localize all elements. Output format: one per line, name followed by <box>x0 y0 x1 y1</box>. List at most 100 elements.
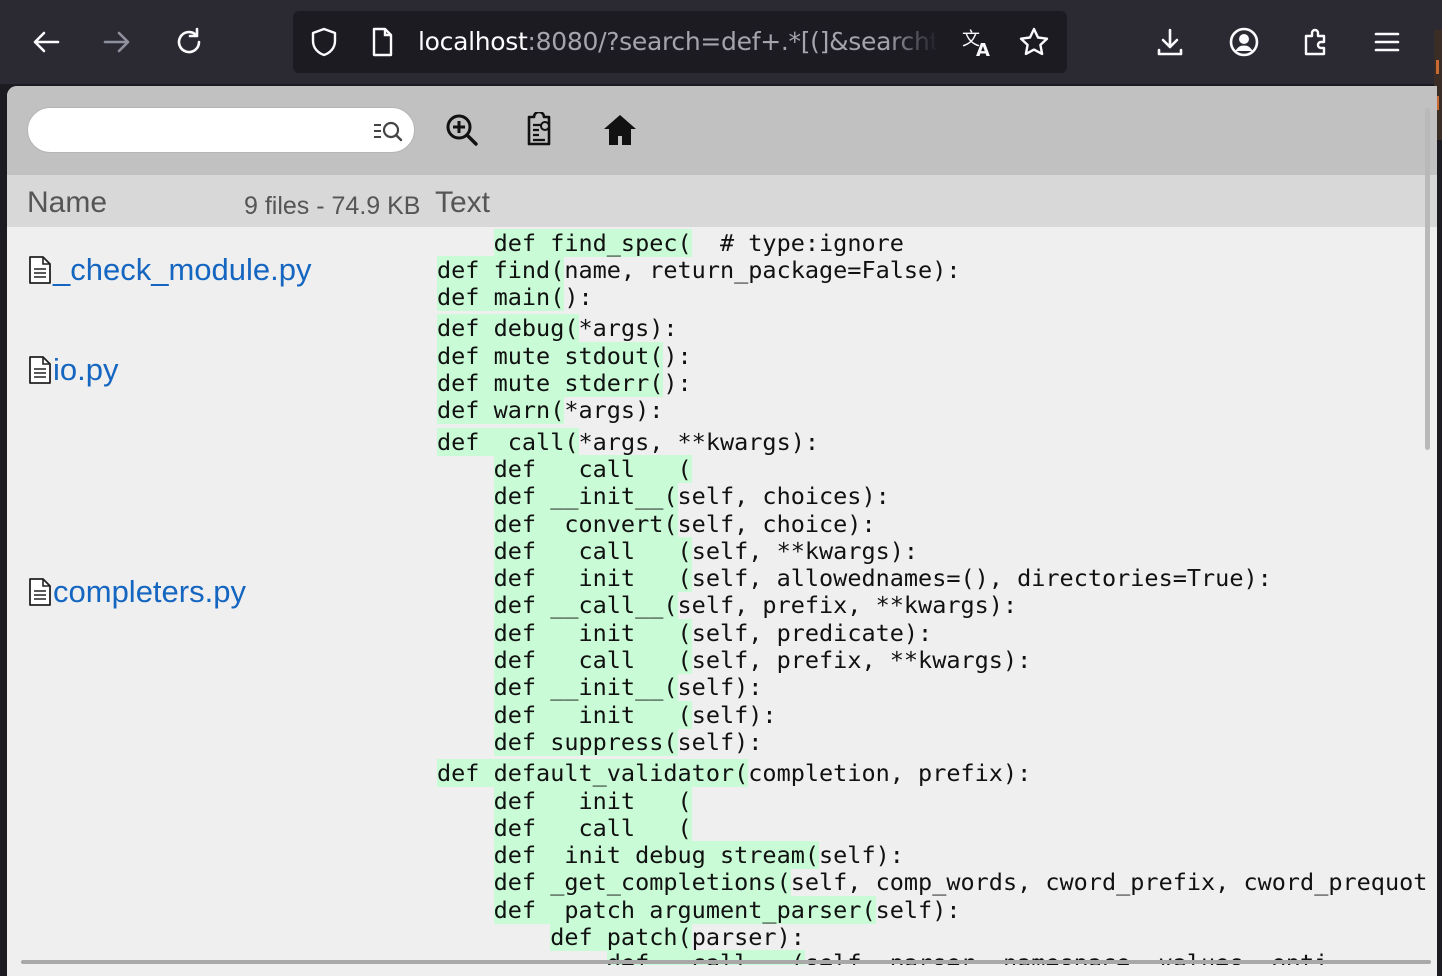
code-line: def call (self, prefix, **kwargs): <box>437 646 1031 674</box>
star-icon[interactable] <box>1017 25 1051 59</box>
code-keyword: def <box>437 283 480 311</box>
code-rest: ): <box>663 369 692 397</box>
code-rest: self): <box>691 701 777 729</box>
code-match: convert( <box>536 510 678 538</box>
code-line: def main(): <box>437 283 593 311</box>
translate-icon[interactable]: 文A <box>961 25 995 59</box>
match-highlight: def __init__( <box>493 482 678 510</box>
match-highlight: def __init__( <box>493 673 678 701</box>
match-highlight: def default_validator( <box>437 759 749 787</box>
forward-button[interactable] <box>95 22 139 62</box>
code-keyword: def <box>493 728 537 756</box>
code-rest: completion, prefix): <box>748 759 1032 787</box>
menu-icon <box>1374 32 1400 52</box>
match-highlight: def find( <box>437 256 565 284</box>
code-keyword: def <box>493 591 537 619</box>
shield-icon[interactable] <box>307 25 341 59</box>
match-highlight: def init ( <box>493 564 692 592</box>
code-match: call ( <box>536 455 692 483</box>
downloads-button[interactable] <box>1150 22 1190 62</box>
download-icon <box>1157 28 1183 56</box>
code-match: init ( <box>536 701 692 729</box>
code-line: def init debug stream(self): <box>437 841 904 869</box>
code-match: mute stderr( <box>479 369 664 397</box>
code-keyword: def <box>437 256 480 284</box>
file-count: 9 files - 74.9 KB <box>244 192 421 220</box>
match-highlight: def debug( <box>437 314 579 342</box>
file-icon <box>29 356 51 384</box>
code-line: def find(name, return_package=False): <box>437 256 961 284</box>
page-icon[interactable] <box>365 25 399 59</box>
match-highlight: def call( <box>437 428 579 456</box>
code-match: mute stdout( <box>479 342 664 370</box>
file-link-completers[interactable]: completers.py <box>27 574 246 610</box>
code-keyword: def <box>437 342 480 370</box>
code-match: __init__( <box>536 673 678 701</box>
search-box[interactable] <box>27 107 415 153</box>
code-keyword: def <box>493 537 537 565</box>
horizontal-scrollbar[interactable] <box>21 960 1431 964</box>
file-link-io[interactable]: io.py <box>27 352 118 388</box>
vertical-scrollbar[interactable] <box>1425 108 1430 450</box>
code-keyword: def <box>493 896 537 924</box>
url-text[interactable]: localhost:8080/?search=def+.*[(]&searcht… <box>418 27 938 59</box>
reload-button[interactable] <box>167 22 211 62</box>
forward-arrow-icon <box>103 31 130 53</box>
search-filter-icon[interactable] <box>372 118 404 144</box>
file-name: _check_module.py <box>53 252 312 287</box>
code-match: main( <box>479 283 565 311</box>
code-keyword: def <box>550 923 593 951</box>
match-highlight: def __call__( <box>493 591 678 619</box>
code-rest: self, **kwargs): <box>691 537 919 565</box>
code-line: def suppress(self): <box>437 728 763 756</box>
code-keyword: def <box>493 229 537 257</box>
column-text-header[interactable]: Text <box>435 186 490 220</box>
results-header: Name 9 files - 74.9 KB Text <box>7 175 1437 227</box>
code-line: def __init__(self, choices): <box>437 482 890 510</box>
report-search-icon[interactable] <box>521 112 557 148</box>
code-line: def call (self, **kwargs): <box>437 537 919 565</box>
code-match: init ( <box>536 619 692 647</box>
account-button[interactable] <box>1224 22 1264 62</box>
match-highlight: def init ( <box>493 619 692 647</box>
code-rest: ): <box>663 342 692 370</box>
code-line: def mute stdout(): <box>437 342 692 370</box>
code-keyword: def <box>493 841 537 869</box>
code-match: suppress( <box>536 728 678 756</box>
code-keyword: def <box>437 428 480 456</box>
code-match: _get_completions( <box>536 868 791 896</box>
code-match: call ( <box>536 537 692 565</box>
column-name-header[interactable]: Name <box>27 186 107 220</box>
code-line: def mute stderr(): <box>437 369 692 397</box>
back-button[interactable] <box>24 22 68 62</box>
code-line: def call ( <box>437 814 692 842</box>
code-line: def find_spec( # type:ignore <box>437 229 904 257</box>
code-rest: self, choice): <box>677 510 876 538</box>
code-line: def call(*args, **kwargs): <box>437 428 819 456</box>
url-bar[interactable]: localhost:8080/?search=def+.*[(]&searcht… <box>293 11 1067 73</box>
file-link-check-module[interactable]: _check_module.py <box>27 252 312 288</box>
code-match: find_spec( <box>536 229 692 257</box>
code-rest: parser): <box>691 923 805 951</box>
code-line: def call ( <box>437 455 692 483</box>
zoom-in-icon[interactable] <box>444 112 480 148</box>
menu-button[interactable] <box>1367 22 1407 62</box>
home-icon[interactable] <box>602 112 638 148</box>
code-keyword: def <box>493 619 537 647</box>
code-rest: self): <box>677 728 763 756</box>
extensions-button[interactable] <box>1296 22 1336 62</box>
page-content: Name 9 files - 74.9 KB Text _check_modul… <box>7 86 1437 976</box>
search-input[interactable] <box>44 116 368 146</box>
code-match: init ( <box>536 564 692 592</box>
code-rest: self): <box>819 841 904 869</box>
code-rest: self): <box>875 896 961 924</box>
code-match: default_validator( <box>479 759 749 787</box>
code-keyword: def <box>493 564 537 592</box>
